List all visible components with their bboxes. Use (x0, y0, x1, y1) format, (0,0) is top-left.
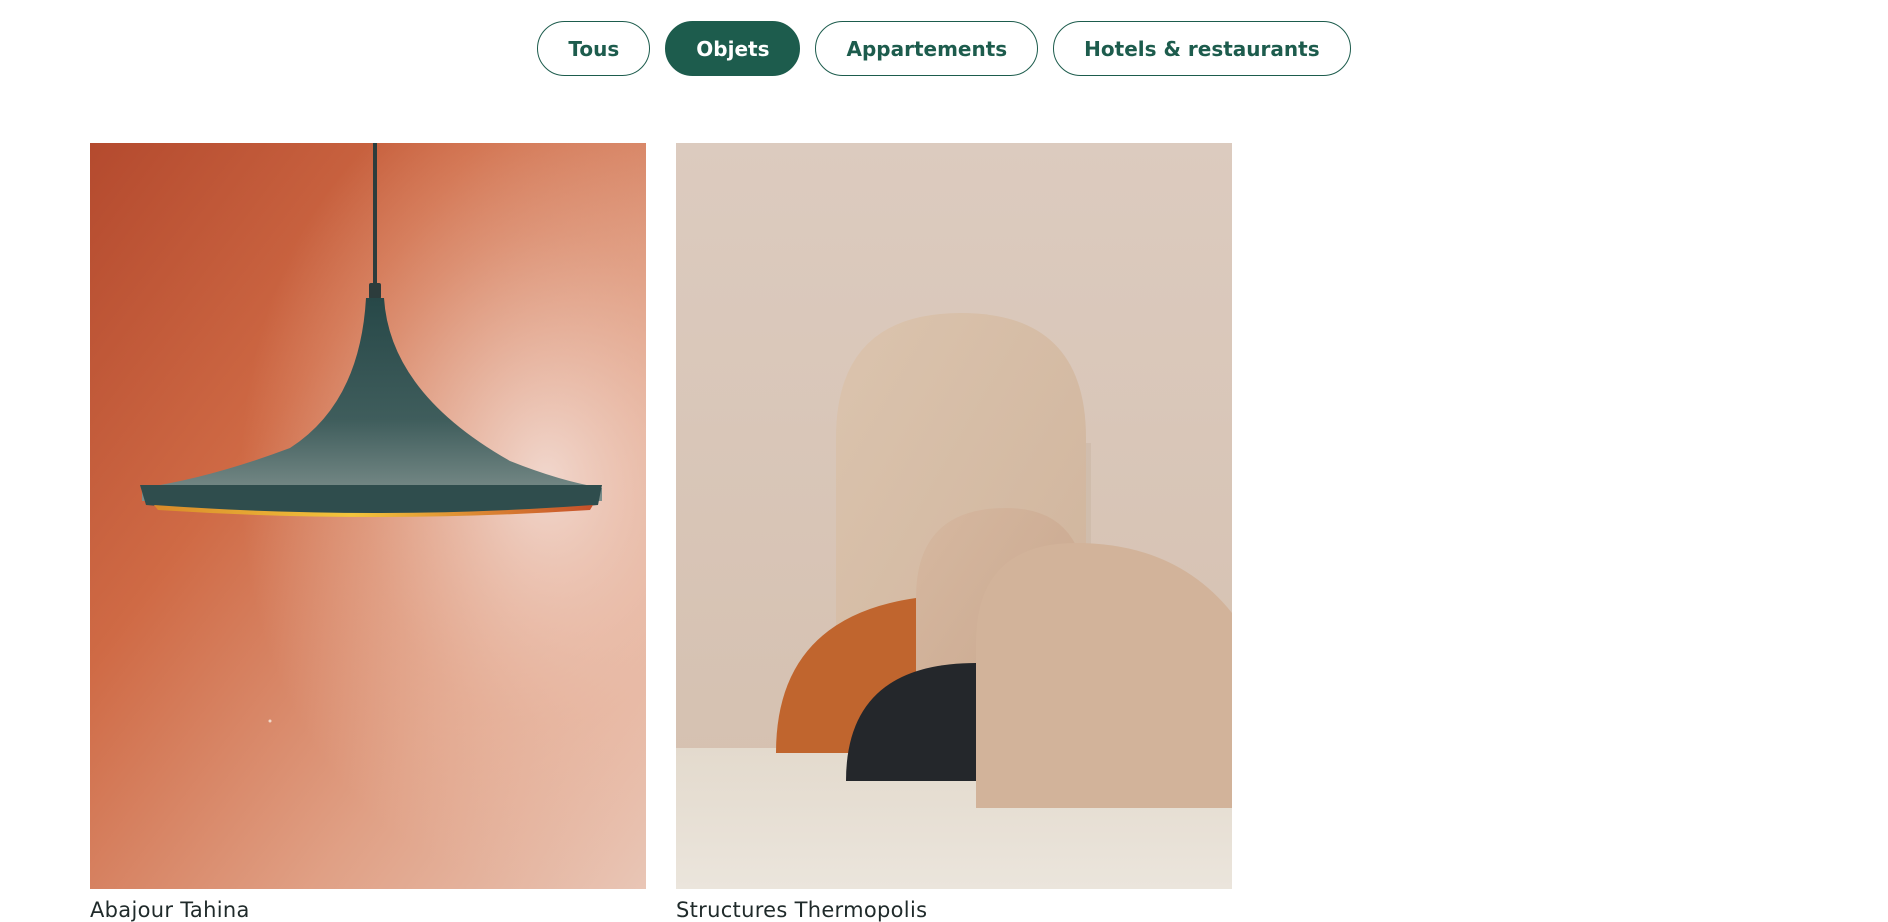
project-image-lamp[interactable] (90, 143, 646, 889)
filter-appartements-button[interactable]: Appartements (815, 21, 1039, 76)
filter-objets-button[interactable]: Objets (665, 21, 801, 76)
project-card-abajour-tahina[interactable]: Abajour Tahina (90, 143, 646, 922)
project-card-structures-thermopolis[interactable]: Structures Thermopolis (676, 143, 1232, 922)
filter-hotels-restaurants-button[interactable]: Hotels & restaurants (1053, 21, 1351, 76)
category-filter-bar: Tous Objets Appartements Hotels & restau… (0, 21, 1888, 76)
project-title[interactable]: Abajour Tahina (90, 898, 646, 922)
project-title[interactable]: Structures Thermopolis (676, 898, 1232, 922)
filter-tous-button[interactable]: Tous (537, 21, 651, 76)
project-image-arches[interactable] (676, 143, 1232, 889)
